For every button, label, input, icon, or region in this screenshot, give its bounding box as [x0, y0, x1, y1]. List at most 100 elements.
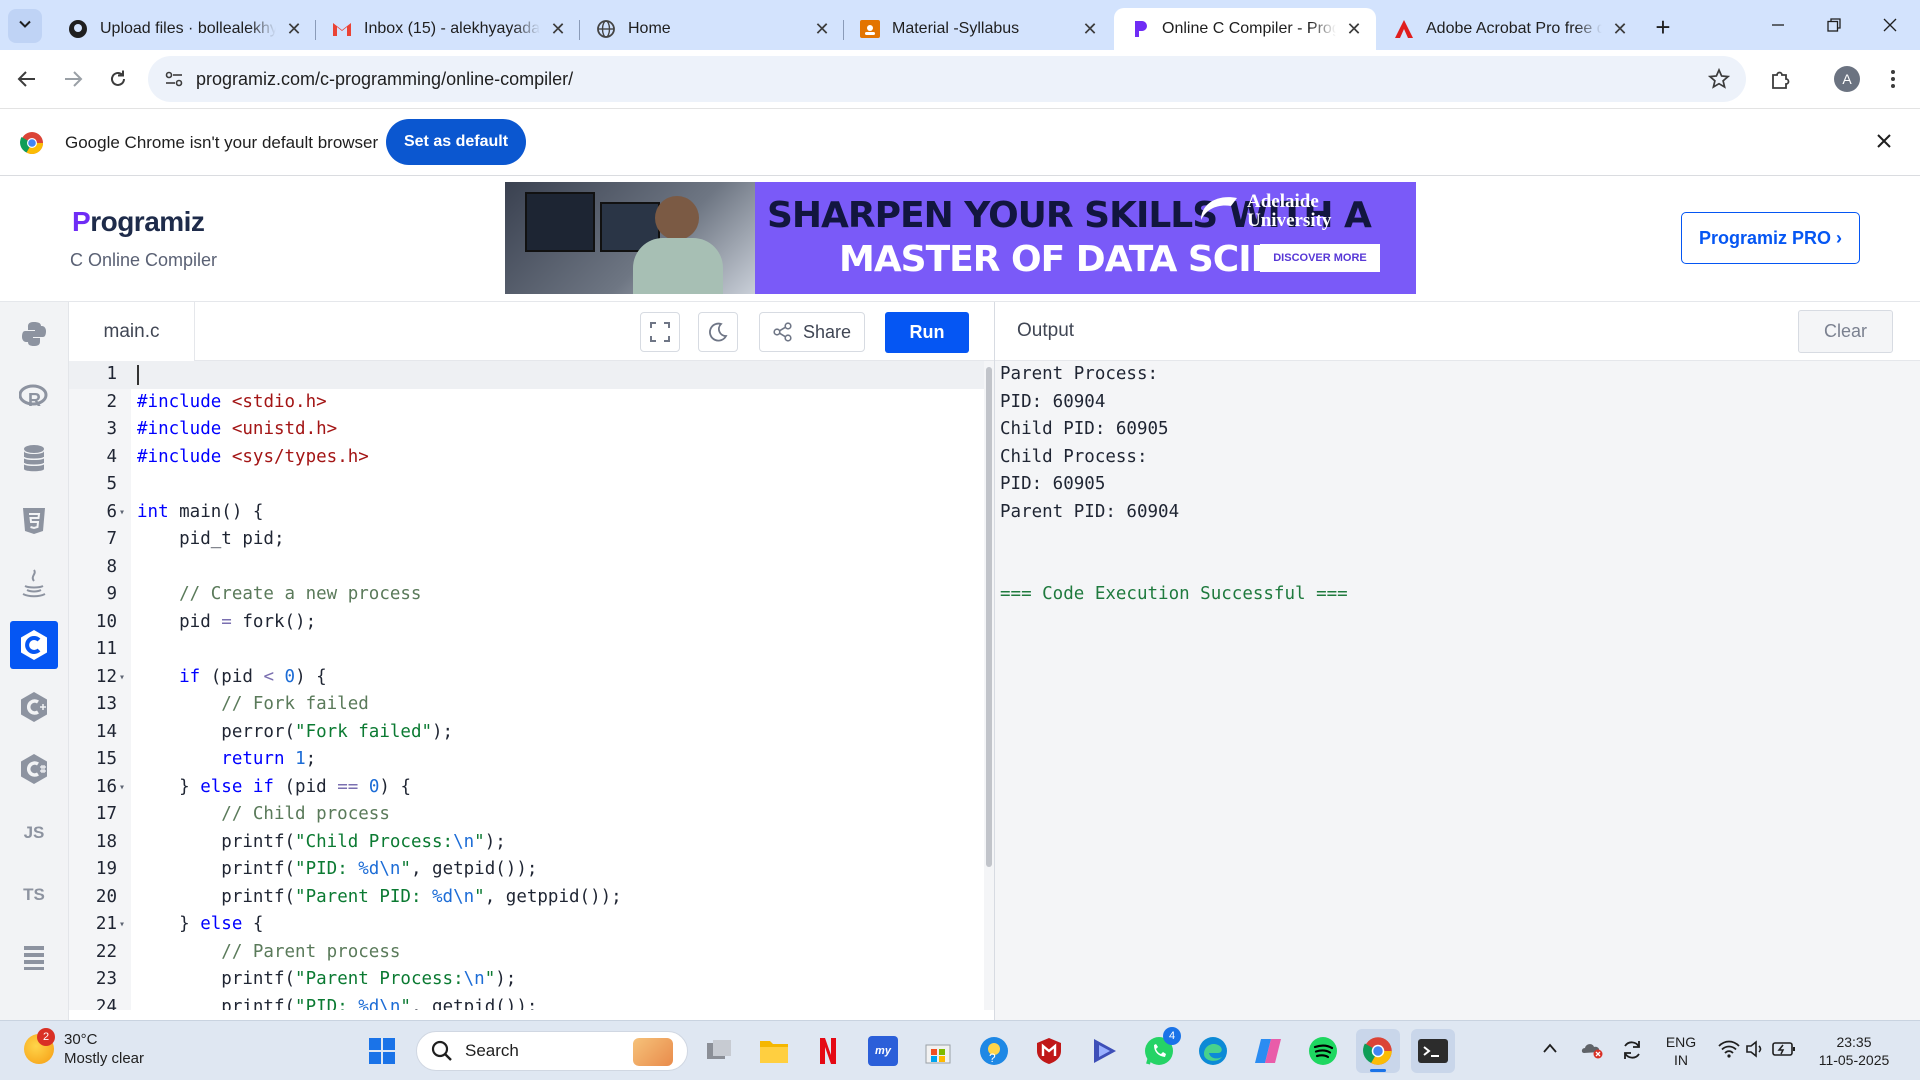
database-icon[interactable]: [10, 435, 58, 483]
programiz-pro-button[interactable]: Programiz PRO ›: [1681, 212, 1860, 264]
close-icon[interactable]: ✕: [1078, 17, 1102, 41]
clear-button[interactable]: Clear: [1798, 310, 1893, 353]
code-token: <sys/types.h>: [231, 446, 369, 467]
arrow-right-icon: [65, 71, 83, 87]
extensions-button[interactable]: [1762, 60, 1800, 98]
mcafee-icon[interactable]: [1027, 1029, 1071, 1073]
close-icon[interactable]: [1876, 133, 1892, 154]
close-icon[interactable]: ✕: [282, 17, 306, 41]
taskbar-search[interactable]: Search: [416, 1031, 688, 1071]
clock[interactable]: 23:35 11-05-2025: [1804, 1033, 1904, 1069]
r-language-icon[interactable]: R: [10, 373, 58, 421]
fold-toggle-icon[interactable]: ▾: [119, 499, 125, 527]
tab-programiz[interactable]: Online C Compiler - Programiz ✕: [1114, 8, 1376, 50]
tab-acrobat[interactable]: Adobe Acrobat Pro free do ✕: [1378, 8, 1642, 50]
myhp-icon[interactable]: my: [861, 1029, 905, 1073]
cpp-icon[interactable]: [10, 683, 58, 731]
dark-mode-button[interactable]: [698, 312, 738, 352]
bookmark-star-icon[interactable]: [1707, 67, 1731, 95]
edge-icon[interactable]: [1191, 1029, 1235, 1073]
close-icon[interactable]: ✕: [1608, 17, 1632, 41]
chevron-up-icon[interactable]: [1542, 1041, 1558, 1059]
code-token: int: [137, 501, 169, 522]
programiz-logo[interactable]: Programiz: [72, 206, 205, 238]
set-as-default-button[interactable]: Set as default: [386, 119, 526, 165]
whatsapp-icon[interactable]: 4: [1137, 1027, 1181, 1073]
text-cursor: [137, 365, 139, 385]
battery-icon[interactable]: [1772, 1041, 1796, 1062]
line-number: 2: [106, 391, 117, 412]
netflix-icon[interactable]: [806, 1029, 850, 1073]
tab-github[interactable]: Upload files · bollealekhya/ ✕: [52, 8, 316, 50]
window-close-button[interactable]: [1862, 8, 1918, 42]
minimize-button[interactable]: [1750, 8, 1806, 42]
java-icon[interactable]: [10, 559, 58, 607]
scrollbar-thumb[interactable]: [986, 367, 992, 867]
close-icon[interactable]: ✕: [1342, 17, 1366, 41]
new-tab-button[interactable]: +: [1648, 12, 1678, 42]
tab-classroom[interactable]: Material -Syllabus ✕: [844, 8, 1112, 50]
tab-strip: Upload files · bollealekhya/ ✕ Inbox (15…: [0, 0, 1920, 50]
onedrive-error-icon[interactable]: [1580, 1039, 1604, 1064]
weather-widget[interactable]: 2 30°C Mostly clear: [24, 1028, 144, 1068]
volume-icon[interactable]: [1746, 1040, 1766, 1063]
line-number: 6: [106, 501, 117, 522]
code-token: \n: [453, 831, 475, 852]
wifi-icon[interactable]: [1718, 1040, 1740, 1063]
chrome-taskbar-icon[interactable]: [1356, 1029, 1400, 1073]
tips-app-icon[interactable]: ?: [972, 1029, 1016, 1073]
language-indicator[interactable]: ENG IN: [1662, 1033, 1700, 1069]
sync-icon[interactable]: [1620, 1038, 1644, 1067]
start-button[interactable]: [360, 1029, 404, 1073]
c-language-icon[interactable]: [10, 621, 58, 669]
close-icon[interactable]: ✕: [546, 17, 570, 41]
share-button[interactable]: Share: [759, 312, 865, 352]
task-view-icon[interactable]: [697, 1029, 741, 1073]
run-button[interactable]: Run: [885, 312, 969, 353]
forward-button[interactable]: [54, 60, 92, 98]
python-icon[interactable]: [10, 310, 58, 358]
code-text: printf("Parent PID: %d\n", getppid());: [137, 884, 621, 912]
code-line: 14 perror("Fork failed");: [69, 719, 984, 747]
tab-search-button[interactable]: [8, 9, 42, 43]
restore-button[interactable]: [1806, 8, 1862, 42]
fullscreen-button[interactable]: [640, 312, 680, 352]
address-bar[interactable]: programiz.com/c-programming/online-compi…: [148, 56, 1746, 102]
media-player-icon[interactable]: [1082, 1029, 1126, 1073]
back-button[interactable]: [8, 60, 46, 98]
html5-icon[interactable]: [10, 497, 58, 545]
tab-gmail[interactable]: Inbox (15) - alekhyayadav1 ✕: [316, 8, 580, 50]
tab-home[interactable]: Home ✕: [580, 8, 844, 50]
copilot-icon[interactable]: [1246, 1029, 1290, 1073]
line-number: 13: [95, 694, 117, 714]
go-language-icon[interactable]: [10, 933, 58, 981]
code-token: }: [137, 914, 201, 934]
ad-cta-button[interactable]: DISCOVER MORE: [1260, 244, 1380, 272]
advertisement-banner[interactable]: SHARPEN YOUR SKILLS WITH A MASTER OF DAT…: [505, 182, 1416, 294]
typescript-icon[interactable]: TS: [10, 871, 58, 919]
file-tab-main-c[interactable]: main.c: [69, 302, 195, 361]
monitor-shape: [525, 192, 595, 252]
reload-button[interactable]: [99, 60, 137, 98]
terminal-icon[interactable]: [1411, 1029, 1455, 1073]
close-icon[interactable]: ✕: [810, 17, 834, 41]
file-explorer-icon[interactable]: [752, 1029, 796, 1073]
profile-button[interactable]: A: [1828, 60, 1866, 98]
spotify-icon[interactable]: [1301, 1029, 1345, 1073]
line-number: 24: [95, 996, 117, 1011]
fold-toggle-icon[interactable]: ▾: [119, 664, 125, 692]
code-token: perror(: [137, 721, 296, 742]
microsoft-store-icon[interactable]: [916, 1029, 960, 1073]
chrome-logo-icon: [20, 131, 44, 160]
kebab-menu-icon: [1891, 70, 1895, 88]
site-info-icon[interactable]: [164, 69, 184, 94]
csharp-icon[interactable]: [10, 745, 58, 793]
fold-toggle-icon[interactable]: ▾: [119, 774, 125, 802]
javascript-icon[interactable]: JS: [10, 809, 58, 857]
code-token: // Create a new process: [137, 584, 422, 604]
editor-scrollbar[interactable]: [984, 361, 994, 1010]
chrome-menu-button[interactable]: [1874, 60, 1912, 98]
code-editor[interactable]: 1 2 #include <stdio.h> 3 #include <unistd.h>…: [69, 361, 984, 1010]
fold-toggle-icon[interactable]: ▾: [119, 911, 125, 939]
